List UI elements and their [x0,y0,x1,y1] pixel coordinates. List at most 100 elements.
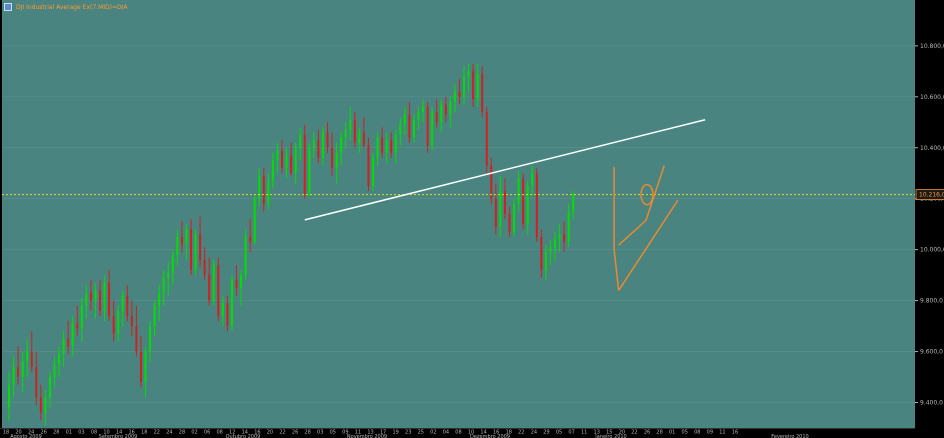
candle-body [544,252,547,271]
candle-body [422,107,425,113]
candle-body [153,305,156,327]
candle-body [435,112,438,123]
x-day-label: 28 [304,430,310,436]
x-month-label: Novembro 2009 [347,434,387,438]
candle[interactable] [253,193,256,245]
y-tick-label: 10.800,0 [920,43,944,50]
stock-chart[interactable]: 9.400,09.600,09.800,010.000,010.200,010.… [0,0,944,438]
candle-body [535,173,538,237]
last-price-label: 10.216,0 [919,192,944,199]
candle-body [331,147,334,169]
candle-body [208,275,211,301]
candle-body [444,104,447,115]
candle-body [281,150,283,169]
candle[interactable] [367,137,370,192]
x-day-label: 01 [66,430,72,436]
candle[interactable] [372,152,374,192]
candle-body [39,397,42,413]
candle-body [326,132,329,148]
candle-body [130,315,133,327]
x-day-label: 05 [556,430,562,436]
candle-body [21,361,24,378]
candle-body [35,366,38,398]
candle-body [358,132,361,143]
candle-body [103,282,106,311]
candle-body [517,178,520,204]
candle-body [481,73,484,113]
x-day-label: 08 [91,430,97,436]
x-day-label: 23 [405,430,411,436]
candle[interactable] [431,107,434,151]
x-day-label: 01 [669,430,675,436]
candle-body [567,211,570,243]
candle-body [139,351,142,383]
price-axis[interactable] [915,0,944,428]
x-day-label: 03 [78,430,84,436]
candle[interactable] [535,168,538,243]
x-day-label: 25 [418,430,424,436]
y-tick-label: 9.400,0 [920,400,943,407]
chart-legend[interactable]: DJI Industrial Average Ex(7.MID)=DIA [4,1,128,13]
candle-body [426,107,429,146]
x-day-label: 05 [682,430,688,436]
candle[interactable] [244,229,247,281]
x-day-label: 28 [179,430,185,436]
candle-body [299,135,302,148]
candle-body [549,247,552,253]
candle-body [526,185,529,225]
y-tick-label: 10.600,0 [920,94,944,101]
x-month-label: Dezembro 2009 [470,434,510,438]
candle[interactable] [230,275,233,332]
candle[interactable] [303,124,306,199]
candle-body [258,175,261,199]
candle-body [240,275,243,288]
candle[interactable] [308,142,311,197]
candle[interactable] [212,259,215,306]
candle-body [267,180,270,204]
candle-body [126,295,129,316]
candle-body [485,112,488,166]
x-day-label: 28 [53,430,59,436]
candle-body [353,119,356,143]
candle-body [563,234,566,243]
candle-body [85,292,88,306]
candle[interactable] [522,173,525,230]
candle-body [381,137,384,153]
candle-body [158,292,161,306]
candle-body [531,173,534,186]
candle-body [440,104,443,123]
candle-body [503,191,506,214]
x-day-label: 24 [166,430,172,436]
candle-body [44,397,47,413]
x-month-label: Agosto 2009 [10,434,42,438]
x-day-label: 02 [430,430,436,436]
candle-body [367,145,370,186]
candle-body [372,157,374,186]
candle-body [467,71,470,77]
candle[interactable] [485,107,488,174]
candle-body [513,203,516,232]
candle-body [340,137,343,153]
x-day-label: 11 [719,430,725,436]
candle-body [499,191,502,227]
x-day-label: 02 [191,430,197,436]
candle-body [76,323,79,329]
x-day-label: 07 [568,430,574,436]
candle-body [399,124,402,136]
x-day-label: 22 [279,430,285,436]
candle[interactable] [481,66,484,118]
candle-body [308,147,311,194]
candle-body [417,112,420,120]
x-day-label: 03 [317,430,323,436]
candle[interactable] [194,229,197,276]
candle[interactable] [426,101,429,153]
candle-body [235,280,238,288]
candle-body [453,91,456,102]
candle[interactable] [217,257,220,321]
candle-body [108,282,111,316]
candle-body [221,303,224,316]
x-day-label: 20 [267,430,273,436]
y-tick-label: 9.600,0 [920,349,943,356]
candle-body [94,290,97,301]
candle[interactable] [513,198,516,237]
